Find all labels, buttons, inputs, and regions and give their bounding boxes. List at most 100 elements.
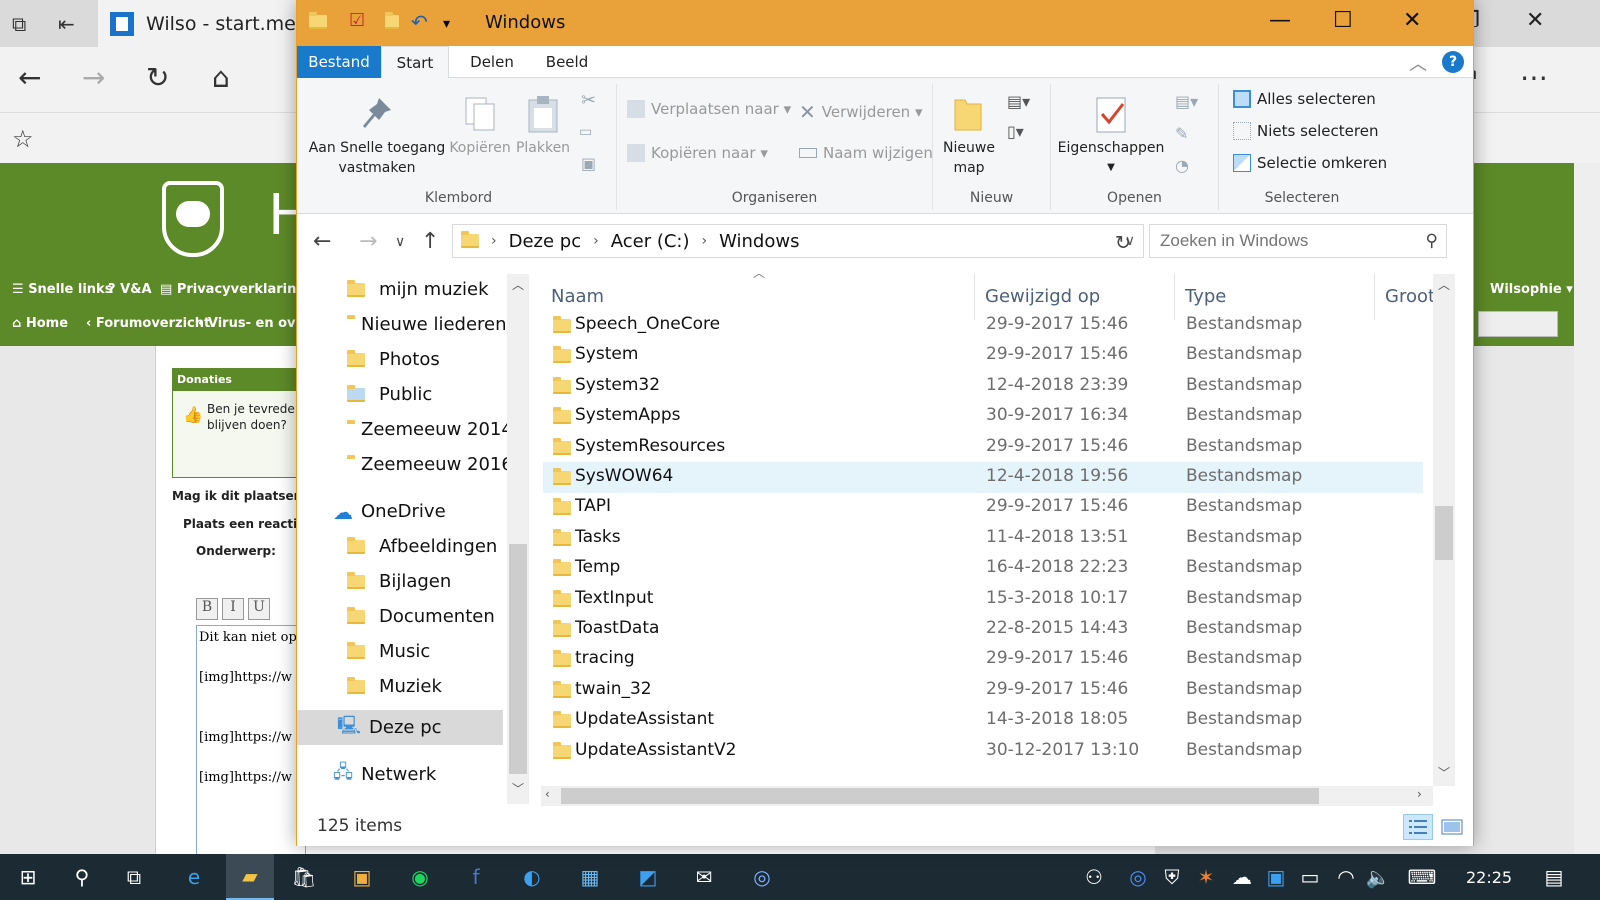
- file-row[interactable]: TAPI 29-9-2017 15:46 Bestandsmap: [543, 492, 1423, 523]
- maximize-icon[interactable]: ☐: [1333, 8, 1353, 33]
- file-row[interactable]: System32 12-4-2018 23:39 Bestandsmap: [543, 371, 1423, 402]
- history-icon[interactable]: ◔: [1175, 156, 1189, 175]
- pin-quick-access-button[interactable]: Aan Snelle toegang vastmaken: [307, 94, 447, 178]
- browser-scrollbar[interactable]: [1574, 163, 1600, 854]
- edit-icon[interactable]: ✎: [1175, 124, 1188, 143]
- file-row[interactable]: SysWOW64 12-4-2018 19:56 Bestandsmap: [543, 462, 1423, 493]
- spotify-icon[interactable]: ◉: [396, 854, 444, 900]
- menu-privacy[interactable]: ▤ Privacyverklaring: [160, 282, 306, 297]
- tab-start[interactable]: Start: [381, 46, 449, 79]
- file-list-scrollbar[interactable]: ︿ ﹀: [1433, 274, 1455, 786]
- site-search-input[interactable]: [1478, 311, 1558, 337]
- address-bar[interactable]: › Deze pc › Acer (C:) › Windows ∨: [452, 224, 1144, 258]
- up-icon[interactable]: ↑: [421, 229, 439, 254]
- copy-path-icon[interactable]: ▭: [579, 124, 592, 140]
- forward-arrow-icon[interactable]: →: [82, 61, 105, 94]
- recent-locations-icon[interactable]: ∨: [395, 234, 405, 250]
- chevron-right-icon[interactable]: ›: [702, 233, 708, 249]
- nav-item-onedrive[interactable]: ☁ OneDrive: [297, 494, 503, 529]
- file-row[interactable]: tracing 29-9-2017 15:46 Bestandsmap: [543, 644, 1423, 675]
- back-icon[interactable]: ←: [313, 229, 331, 254]
- nav-item-mijn-muziek[interactable]: mijn muziek: [297, 274, 503, 307]
- nav-scrollbar[interactable]: ︿ ﹀: [507, 274, 529, 804]
- easy-access-icon[interactable]: ▯▾: [1007, 122, 1024, 141]
- site-logo-icon[interactable]: [162, 181, 224, 257]
- refresh-icon[interactable]: ↻: [1115, 232, 1131, 254]
- nav-item-deze-pc[interactable]: 🖳 Deze pc: [297, 710, 503, 745]
- notifications-icon[interactable]: ▤: [1530, 854, 1578, 900]
- new-item-icon[interactable]: ▤▾: [1007, 92, 1030, 111]
- nav-item-documenten[interactable]: Documenten: [297, 599, 503, 634]
- minimize-icon[interactable]: —: [1269, 8, 1291, 33]
- file-list-scroll-thumb[interactable]: [1435, 506, 1453, 560]
- crumb-forum[interactable]: ‹ Forumoverzicht: [86, 316, 210, 331]
- scroll-up-icon[interactable]: ︿: [512, 276, 524, 293]
- menu-va[interactable]: ? V&A: [108, 282, 152, 297]
- file-row[interactable]: Speech_OneCore 29-9-2017 15:46 Bestandsmap: [543, 310, 1423, 341]
- nav-item-photos[interactable]: Photos: [297, 342, 503, 377]
- user-menu[interactable]: Wilsophie ▾: [1490, 282, 1573, 297]
- paste-button[interactable]: Plakken: [513, 94, 573, 158]
- customize-quick-access-icon[interactable]: ▾: [443, 16, 450, 32]
- menu-snelle-links[interactable]: ☰ Snelle links: [12, 282, 112, 297]
- crumb-home[interactable]: ⌂ Home: [12, 316, 68, 331]
- nav-item-afbeeldingen[interactable]: Afbeeldingen: [297, 529, 503, 564]
- tab-beeld[interactable]: Beeld: [531, 46, 603, 78]
- home-icon[interactable]: ⌂: [212, 61, 230, 94]
- chrome-icon[interactable]: ◎: [738, 854, 786, 900]
- crumb-virus[interactable]: ‹ Virus- en ove: [198, 316, 304, 331]
- mail-icon[interactable]: ✉: [680, 854, 728, 900]
- properties-dropdown-icon[interactable]: ▼: [1055, 158, 1167, 178]
- tab-delen[interactable]: Delen: [455, 46, 529, 78]
- nav-item-public[interactable]: Public: [297, 377, 503, 412]
- move-to-button[interactable]: Verplaatsen naar ▾: [627, 100, 791, 118]
- file-row[interactable]: TextInput 15-3-2018 10:17 Bestandsmap: [543, 584, 1423, 615]
- taskbar-clock[interactable]: 22:25: [1466, 868, 1512, 887]
- copy-to-button[interactable]: Kopiëren naar ▾: [627, 144, 768, 162]
- nav-item-zeemeeuw-2014[interactable]: Zeemeeuw 2014: [297, 412, 507, 447]
- file-row[interactable]: Tasks 11-4-2018 13:51 Bestandsmap: [543, 523, 1423, 554]
- file-row[interactable]: System 29-9-2017 15:46 Bestandsmap: [543, 340, 1423, 371]
- nav-item-muziek[interactable]: Muziek: [297, 669, 503, 704]
- message-editor[interactable]: Dit kan niet op [img]https://w [img]http…: [196, 625, 306, 854]
- task-view-icon[interactable]: ⧉: [110, 854, 158, 900]
- horizontal-scroll-thumb[interactable]: [561, 788, 1319, 804]
- nav-scroll-thumb[interactable]: [509, 544, 527, 774]
- tab-bestand[interactable]: Bestand: [297, 46, 381, 78]
- breadcrumb-windows[interactable]: Windows: [719, 231, 799, 252]
- file-row[interactable]: SystemResources 29-9-2017 15:46 Bestandsma…: [543, 432, 1423, 463]
- cut-icon[interactable]: ✂: [581, 90, 596, 111]
- keyboard-icon[interactable]: ⌨: [1398, 854, 1446, 900]
- horizontal-scrollbar[interactable]: ‹ ›: [541, 786, 1433, 806]
- breadcrumb-acer-c[interactable]: Acer (C:): [611, 231, 690, 252]
- edge-icon[interactable]: e: [170, 854, 218, 900]
- file-row[interactable]: Temp 16-4-2018 22:23 Bestandsmap: [543, 553, 1423, 584]
- large-icons-view-icon[interactable]: [1437, 814, 1467, 840]
- select-none-button[interactable]: Niets selecteren: [1233, 122, 1378, 140]
- new-folder-quick-icon[interactable]: [385, 10, 399, 34]
- app-icon-2[interactable]: ◐: [508, 854, 556, 900]
- help-icon[interactable]: ?: [1442, 51, 1464, 73]
- more-icon[interactable]: ⋯: [1520, 61, 1548, 94]
- invert-selection-button[interactable]: Selectie omkeren: [1233, 154, 1387, 172]
- properties-button[interactable]: Eigenschappen ▼: [1055, 94, 1167, 178]
- tab-preview-icon[interactable]: ⧉: [12, 12, 26, 36]
- file-row[interactable]: twain_32 29-9-2017 15:46 Bestandsmap: [543, 675, 1423, 706]
- select-all-button[interactable]: Alles selecteren: [1233, 90, 1376, 108]
- forward-icon[interactable]: →: [359, 229, 377, 254]
- italic-button[interactable]: I: [222, 598, 244, 620]
- chevron-right-icon[interactable]: ›: [491, 233, 497, 249]
- nav-item-zeemeeuw-2016[interactable]: Zeemeeuw 2016: [297, 447, 507, 482]
- search-input[interactable]: [1150, 225, 1400, 257]
- scroll-up-icon[interactable]: ︿: [1438, 276, 1450, 293]
- start-windows-icon[interactable]: ⊞: [4, 854, 52, 900]
- file-explorer-icon[interactable]: ▰: [226, 854, 274, 900]
- breadcrumb-deze-pc[interactable]: Deze pc: [509, 231, 582, 252]
- browser-tab[interactable]: Wilso - start.me: [98, 0, 298, 47]
- nav-item-bijlagen[interactable]: Bijlagen: [297, 564, 503, 599]
- open-icon[interactable]: ▤▾: [1175, 92, 1198, 111]
- undo-icon[interactable]: ↶: [411, 10, 428, 34]
- close-window-icon[interactable]: ✕: [1403, 8, 1421, 33]
- volume-icon[interactable]: 🔈: [1354, 854, 1402, 900]
- search-icon[interactable]: ⚲: [58, 854, 106, 900]
